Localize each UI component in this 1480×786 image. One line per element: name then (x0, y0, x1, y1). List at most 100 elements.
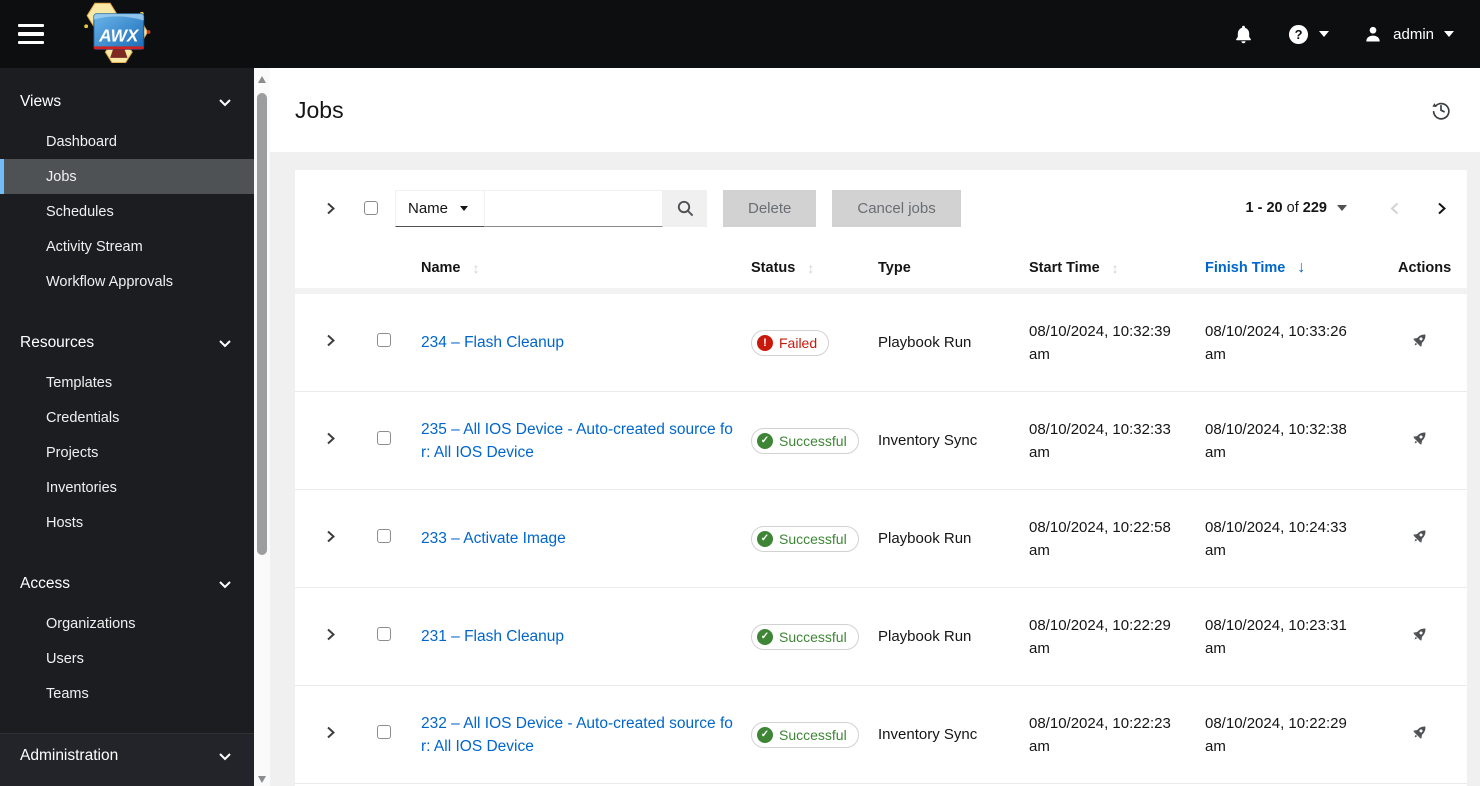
row-checkbox[interactable] (377, 529, 391, 543)
row-checkbox[interactable] (377, 725, 391, 739)
toolbar-expand-chevron[interactable] (325, 201, 336, 216)
chevron-down-icon (1319, 31, 1330, 37)
sidebar-section-toggle-access[interactable]: Access (0, 562, 254, 606)
finish-time: 08/10/2024, 10:33:26 am (1205, 322, 1347, 363)
status-badge: Failed (751, 329, 830, 356)
cancel-jobs-button[interactable]: Cancel jobs (832, 189, 961, 227)
select-all-checkbox[interactable] (364, 201, 378, 215)
column-header-status[interactable]: Status ↕ (751, 260, 878, 276)
column-header-name[interactable]: Name ↕ (407, 260, 751, 276)
filter-key-label: Name (408, 199, 449, 217)
row-expand-chevron[interactable] (325, 627, 336, 642)
search-input[interactable] (485, 189, 663, 227)
column-label: Type (878, 260, 911, 276)
hamburger-menu-icon[interactable] (18, 24, 44, 44)
pagination: 1 - 20 of 229 (1246, 200, 1467, 216)
sidebar-item-teams[interactable]: Teams (0, 676, 254, 711)
relaunch-rocket-button[interactable] (1410, 331, 1429, 350)
filter-key-select[interactable]: Name (395, 189, 485, 227)
row-checkbox[interactable] (377, 333, 391, 347)
row-checkbox[interactable] (377, 627, 391, 641)
sidebar-item-users[interactable]: Users (0, 641, 254, 676)
job-name-link[interactable]: 235 – All IOS Device - Auto-created sour… (421, 418, 739, 464)
relaunch-rocket-button[interactable] (1410, 527, 1429, 546)
row-expand-chevron[interactable] (325, 725, 336, 740)
column-label: Start Time (1029, 260, 1100, 276)
sidebar-section-toggle-views[interactable]: Views (0, 80, 254, 124)
pagination-dropdown-caret[interactable] (1337, 205, 1347, 211)
jobs-list-card: Name Delete Cancel jobs 1 - 20 of 229 Na… (295, 170, 1467, 786)
status-icon (757, 334, 773, 351)
status-icon (757, 726, 773, 743)
start-time: 08/10/2024, 10:32:39 am (1029, 322, 1171, 363)
job-name-link[interactable]: 234 – Flash Cleanup (421, 331, 564, 354)
table-row: 233 – Activate Image Successful Playbook… (295, 490, 1467, 588)
scroll-up-arrow-icon[interactable] (258, 76, 266, 83)
row-expand-chevron[interactable] (325, 431, 336, 446)
user-menu[interactable]: admin (1363, 24, 1454, 44)
status-label: Successful (779, 530, 847, 547)
sidebar-item-activity-stream[interactable]: Activity Stream (0, 229, 254, 264)
sidebar-item-organizations[interactable]: Organizations (0, 606, 254, 641)
rocket-icon (1413, 530, 1426, 543)
sidebar-item-templates[interactable]: Templates (0, 365, 254, 400)
sidebar-section-toggle-administration[interactable]: Administration (0, 734, 254, 778)
row-expand-chevron[interactable] (325, 333, 336, 348)
scrollbar-thumb[interactable] (257, 93, 267, 555)
history-icon-button[interactable] (1430, 99, 1452, 121)
relaunch-rocket-button[interactable] (1410, 625, 1429, 644)
sidebar-section-views: Views Dashboard Jobs Schedules Activity … (0, 80, 254, 299)
pagination-prev-button[interactable] (1389, 201, 1400, 216)
pagination-next-button[interactable] (1436, 201, 1447, 216)
sidebar-item-schedules[interactable]: Schedules (0, 194, 254, 229)
status-icon (757, 530, 773, 547)
relaunch-rocket-button[interactable] (1410, 429, 1429, 448)
table-row: 235 – All IOS Device - Auto-created sour… (295, 392, 1467, 490)
sidebar-section-toggle-resources[interactable]: Resources (0, 321, 254, 365)
job-name-link[interactable]: 233 – Activate Image (421, 527, 566, 550)
navbar-actions: ? admin (1233, 24, 1454, 45)
sort-icon[interactable]: ↕ (473, 260, 480, 276)
sort-descending-icon[interactable]: ↓ (1297, 259, 1305, 277)
help-menu[interactable]: ? (1288, 24, 1330, 45)
sidebar-item-credentials[interactable]: Credentials (0, 400, 254, 435)
list-toolbar: Name Delete Cancel jobs 1 - 20 of 229 (295, 186, 1467, 230)
finish-time: 08/10/2024, 10:23:31 am (1205, 616, 1347, 657)
sidebar-item-projects[interactable]: Projects (0, 435, 254, 470)
nav-item-label: Workflow Approvals (46, 273, 174, 290)
sidebar: Views Dashboard Jobs Schedules Activity … (0, 68, 254, 786)
awx-logo[interactable]: AWX (66, 1, 162, 67)
job-type: Inventory Sync (878, 432, 978, 449)
sort-icon[interactable]: ↕ (807, 260, 814, 276)
status-label: Successful (779, 628, 847, 645)
nav-item-label: Credentials (46, 409, 120, 426)
rocket-icon (1413, 628, 1426, 641)
job-name-link[interactable]: 231 – Flash Cleanup (421, 625, 564, 648)
notifications-bell-icon[interactable] (1233, 24, 1254, 45)
start-time: 08/10/2024, 10:32:33 am (1029, 420, 1171, 461)
column-header-start-time[interactable]: Start Time ↕ (1029, 260, 1205, 276)
sidebar-item-hosts[interactable]: Hosts (0, 505, 254, 540)
chevron-down-icon (460, 205, 469, 211)
column-header-finish-time[interactable]: Finish Time ↓ (1205, 259, 1398, 277)
user-icon (1366, 26, 1380, 42)
column-label: Name (421, 260, 461, 276)
sort-icon[interactable]: ↕ (1112, 260, 1119, 276)
search-button[interactable] (663, 189, 707, 227)
delete-button[interactable]: Delete (723, 189, 817, 227)
sidebar-item-jobs[interactable]: Jobs (0, 159, 254, 194)
scroll-down-arrow-icon[interactable] (258, 776, 266, 783)
job-name-link[interactable]: 232 – All IOS Device - Auto-created sour… (421, 712, 739, 758)
sidebar-item-workflow-approvals[interactable]: Workflow Approvals (0, 264, 254, 299)
sidebar-item-dashboard[interactable]: Dashboard (0, 124, 254, 159)
vertical-scrollbar (254, 68, 270, 786)
row-expand-chevron[interactable] (325, 529, 336, 544)
relaunch-rocket-button[interactable] (1410, 723, 1429, 742)
row-checkbox[interactable] (377, 431, 391, 445)
sidebar-item-inventories[interactable]: Inventories (0, 470, 254, 505)
nav-item-label: Schedules (46, 203, 114, 220)
status-icon (757, 432, 773, 449)
awx-logo-graphic: AWX (84, 2, 151, 63)
svg-text:?: ? (1295, 26, 1303, 41)
nav-item-label: Dashboard (46, 133, 117, 150)
